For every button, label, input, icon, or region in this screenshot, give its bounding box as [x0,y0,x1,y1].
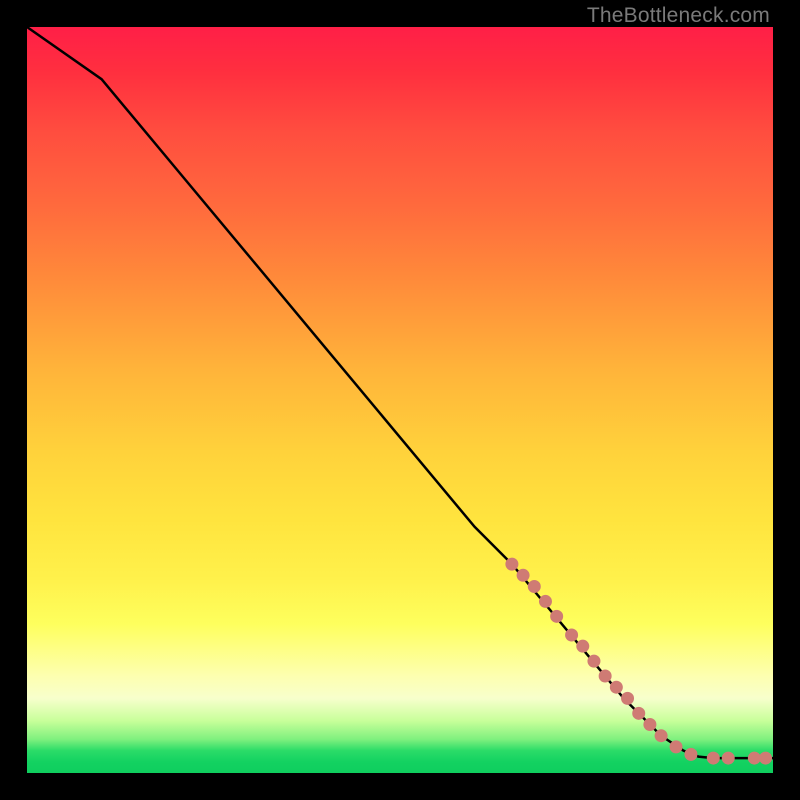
data-marker [644,719,656,731]
data-marker [633,707,645,719]
chart-frame: TheBottleneck.com [0,0,800,800]
data-marker [588,655,600,667]
data-marker [539,595,551,607]
marker-group [506,558,772,764]
data-marker [655,730,667,742]
curve-path [27,27,773,758]
data-marker [551,610,563,622]
data-marker [506,558,518,570]
data-marker [599,670,611,682]
data-marker [528,581,540,593]
data-marker [748,752,760,764]
data-marker [670,741,682,753]
data-marker [722,752,734,764]
data-marker [577,640,589,652]
attribution-label: TheBottleneck.com [587,4,770,28]
data-marker [517,569,529,581]
data-marker [566,629,578,641]
data-marker [707,752,719,764]
data-marker [685,748,697,760]
data-marker [622,692,634,704]
data-marker [610,681,622,693]
chart-svg [27,27,773,773]
data-marker [760,752,772,764]
